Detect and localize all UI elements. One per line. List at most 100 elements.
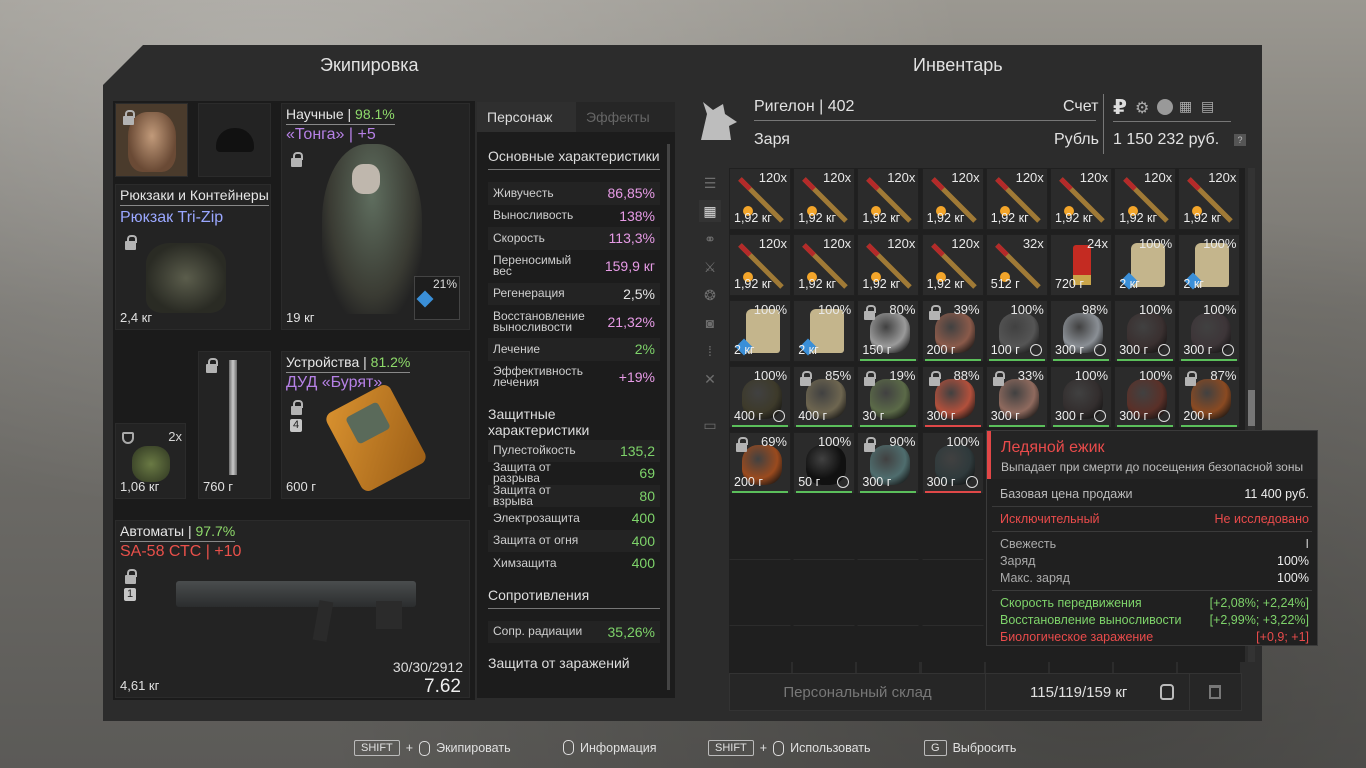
- help-icon[interactable]: ?: [1234, 134, 1246, 146]
- inventory-cell[interactable]: 120x 1,92 кг: [857, 168, 920, 230]
- stat-value: 86,85%: [607, 185, 655, 202]
- lock-icon: [864, 437, 877, 453]
- armor-weight: 19 кг: [286, 310, 315, 325]
- inventory-cell[interactable]: 120x 1,92 кг: [1114, 168, 1177, 230]
- inventory-cell[interactable]: 98% 300 г: [1050, 300, 1112, 362]
- weapon-slot[interactable]: Автоматы | 97.7% SA-58 СТС | +10 1 30/30…: [115, 520, 470, 698]
- inventory-cell[interactable]: [921, 498, 984, 560]
- inventory-cell[interactable]: 100% 400 г: [729, 366, 791, 428]
- tools-filter-icon[interactable]: ✕: [699, 368, 721, 390]
- grid-view-icon[interactable]: ▦: [699, 200, 721, 222]
- inventory-cell[interactable]: 120x 1,92 кг: [985, 168, 1048, 230]
- inventory-cell[interactable]: 100% 2 кг: [729, 300, 791, 362]
- character-portrait[interactable]: [115, 103, 188, 177]
- item-weight: 2 кг: [1119, 277, 1140, 291]
- helmet-slot[interactable]: [198, 103, 271, 177]
- grenade-slot[interactable]: 2x 1,06 кг: [115, 423, 186, 499]
- trash-icon[interactable]: [1209, 685, 1221, 699]
- inventory-cell[interactable]: [729, 498, 791, 560]
- item-condition-bar: [860, 359, 917, 361]
- inventory-cell[interactable]: 100% 300 г: [1114, 300, 1177, 362]
- compass-icon[interactable]: [1157, 99, 1173, 115]
- item-weight: 512 г: [990, 277, 1020, 291]
- inventory-cell[interactable]: 120x 1,92 кг: [729, 234, 791, 296]
- inventory-cell[interactable]: 120x 1,92 кг: [793, 168, 856, 230]
- tab-character[interactable]: Персонаж: [477, 102, 576, 132]
- price-label: Базовая цена продажи: [1000, 487, 1133, 501]
- inventory-cell[interactable]: 120x 1,92 кг: [857, 234, 920, 296]
- device-header: Устройства | 81.2%: [286, 354, 411, 373]
- clock-icon: [965, 476, 978, 488]
- inventory-cell[interactable]: 120x 1,92 кг: [1178, 168, 1241, 230]
- hint-equip: SHIFT + Экипировать: [354, 740, 511, 756]
- item-condition-bar: [796, 425, 853, 427]
- item-count: 120x: [951, 236, 980, 251]
- device-slot[interactable]: Устройства | 81.2% ДУД «Бурят» 4 600 г: [281, 351, 470, 499]
- inventory-cell[interactable]: 87% 200 г: [1178, 366, 1241, 428]
- inventory-cell[interactable]: [857, 564, 920, 626]
- inventory-cell[interactable]: 80% 150 г: [857, 300, 920, 362]
- inventory-cell[interactable]: [729, 564, 791, 626]
- inventory-cell[interactable]: 100% 300 г: [921, 432, 984, 494]
- inventory-cell[interactable]: 90% 300 г: [857, 432, 920, 494]
- inventory-cell[interactable]: 120x 1,92 кг: [921, 234, 984, 296]
- item-count: 120x: [951, 170, 980, 185]
- inventory-cell[interactable]: 100% 300 г: [1050, 366, 1112, 428]
- inventory-cell[interactable]: [793, 564, 856, 626]
- stat-row: Скорость 113,3%: [488, 227, 660, 250]
- inventory-cell[interactable]: 100% 2 кг: [1114, 234, 1177, 296]
- item-count: 100%: [1203, 236, 1237, 251]
- inventory-cell[interactable]: 100% 2 кг: [1178, 234, 1241, 296]
- stats-scrollbar[interactable]: [667, 144, 670, 690]
- inventory-cell[interactable]: 120x 1,92 кг: [729, 168, 791, 230]
- backpack-slot[interactable]: Рюкзаки и Контейнеры Рюкзак Tri-Zip 2,4 …: [115, 184, 271, 330]
- inventory-cell[interactable]: [921, 564, 984, 626]
- item-weight: 720 г: [1055, 277, 1084, 291]
- armor-slot[interactable]: Научные | 98.1% «Тонга» | +5 21% 19 кг: [281, 103, 470, 330]
- armor-container-slot[interactable]: 21%: [414, 276, 460, 320]
- container-icon[interactable]: ▭: [699, 414, 721, 436]
- inventory-cell[interactable]: 19% 30 г: [857, 366, 920, 428]
- ruble-icon[interactable]: ₽: [1113, 95, 1127, 120]
- inventory-cell[interactable]: 69% 200 г: [729, 432, 791, 494]
- inventory-cell[interactable]: 120x 1,92 кг: [1050, 168, 1112, 230]
- weapon-filter-icon[interactable]: ⚔: [699, 256, 721, 278]
- inventory-cell[interactable]: 120x 1,92 кг: [793, 234, 856, 296]
- weapon-header: Автоматы | 97.7%: [120, 523, 236, 542]
- tab-effects[interactable]: Эффекты: [576, 102, 675, 132]
- inventory-cell[interactable]: 100% 2 кг: [793, 300, 856, 362]
- inventory-cell[interactable]: 100% 100 г: [985, 300, 1048, 362]
- inventory-cell[interactable]: 85% 400 г: [793, 366, 856, 428]
- inventory-cell[interactable]: 100% 300 г: [1178, 300, 1241, 362]
- shield-icon: [122, 432, 134, 444]
- chart-icon[interactable]: ▦: [1179, 98, 1192, 115]
- backpack-header: Рюкзаки и Контейнеры: [120, 187, 269, 206]
- stat-row: Регенерация 2,5%: [488, 282, 660, 305]
- link-icon[interactable]: ⚭: [699, 228, 721, 250]
- item-condition-bar: [1053, 425, 1109, 427]
- inventory-cell[interactable]: 33% 300 г: [985, 366, 1048, 428]
- card-icon[interactable]: ▤: [1201, 98, 1214, 115]
- inventory-cell[interactable]: 32x 512 г: [985, 234, 1048, 296]
- melee-slot[interactable]: 760 г: [198, 351, 271, 499]
- inventory-cell[interactable]: [857, 498, 920, 560]
- stat-value: 2%: [634, 341, 655, 358]
- hint-info: Информация: [563, 740, 657, 755]
- list-view-icon[interactable]: ☰: [699, 172, 721, 194]
- artifact-filter-icon[interactable]: ❂: [699, 284, 721, 306]
- inventory-cell[interactable]: 120x 1,92 кг: [921, 168, 984, 230]
- inventory-cell[interactable]: 24x 720 г: [1050, 234, 1112, 296]
- shift-key: SHIFT: [354, 740, 400, 756]
- armor-header: Научные | 98.1%: [286, 106, 395, 125]
- inventory-cell[interactable]: 88% 300 г: [921, 366, 984, 428]
- faction-wolf-icon: [693, 96, 743, 146]
- gear-icon[interactable]: ⚙: [1135, 98, 1149, 118]
- charge-label: Заряд: [1000, 554, 1036, 568]
- inventory-cell[interactable]: [793, 498, 856, 560]
- ammo-filter-icon[interactable]: ⁞: [699, 340, 721, 362]
- device-filter-icon[interactable]: ◙: [699, 312, 721, 334]
- inventory-cell[interactable]: 39% 200 г: [921, 300, 984, 362]
- personal-storage-button[interactable]: Персональный склад: [730, 674, 986, 710]
- inventory-cell[interactable]: 100% 300 г: [1114, 366, 1177, 428]
- inventory-cell[interactable]: 100% 50 г: [793, 432, 856, 494]
